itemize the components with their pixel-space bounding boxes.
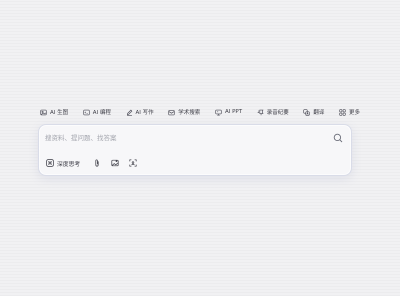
image-icon [40,109,47,116]
tool-label: 翻译 [313,110,325,116]
quick-tools-toolbar: AI 生图 AI 编程 AI 写作 学术搜索 AI PPT 录音纪要 翻译 更多 [40,106,360,118]
search-input[interactable] [45,131,325,145]
search-box: 深度思考 [38,124,352,176]
translate-icon [303,108,310,116]
attach-button[interactable] [92,158,102,168]
screenshot-icon [129,159,137,167]
grid-icon [339,108,346,116]
image-upload-icon [111,159,119,167]
code-icon [83,109,90,116]
tool-label: 更多 [348,110,360,116]
tool-label: AI 写作 [135,110,154,116]
tool-label: AI 编程 [92,110,111,116]
paperclip-icon [93,159,101,167]
tool-ai-writing[interactable]: AI 写作 [126,106,154,118]
tool-label: 录音纪要 [266,110,289,116]
deep-think-icon [46,159,54,167]
tool-ai-ppt[interactable]: AI PPT [215,106,242,118]
deep-think-toggle[interactable]: 深度思考 [46,159,80,168]
tool-more[interactable]: 更多 [339,106,360,118]
deep-think-label: 深度思考 [57,161,81,168]
presentation-icon [215,109,222,116]
tool-ai-image[interactable]: AI 生图 [40,106,68,118]
tool-label: AI 生图 [50,110,69,116]
tool-ai-coding[interactable]: AI 编程 [83,106,111,118]
tool-translate[interactable]: 翻译 [303,106,324,118]
search-button[interactable] [333,133,343,143]
tool-label: AI PPT [224,109,243,115]
screenshot-button[interactable] [128,158,138,168]
tool-recording-notes[interactable]: 录音纪要 [257,106,289,118]
search-icon [333,133,343,143]
tool-label: 学术搜索 [178,110,201,116]
pen-icon [126,109,133,116]
upload-image-button[interactable] [110,158,120,168]
tool-academic-search[interactable]: 学术搜索 [168,106,200,118]
search-options-row: 深度思考 [46,158,146,168]
book-icon [168,109,175,116]
page: AI 生图 AI 编程 AI 写作 学术搜索 AI PPT 录音纪要 翻译 更多… [0,0,400,296]
microphone-icon [257,109,264,116]
